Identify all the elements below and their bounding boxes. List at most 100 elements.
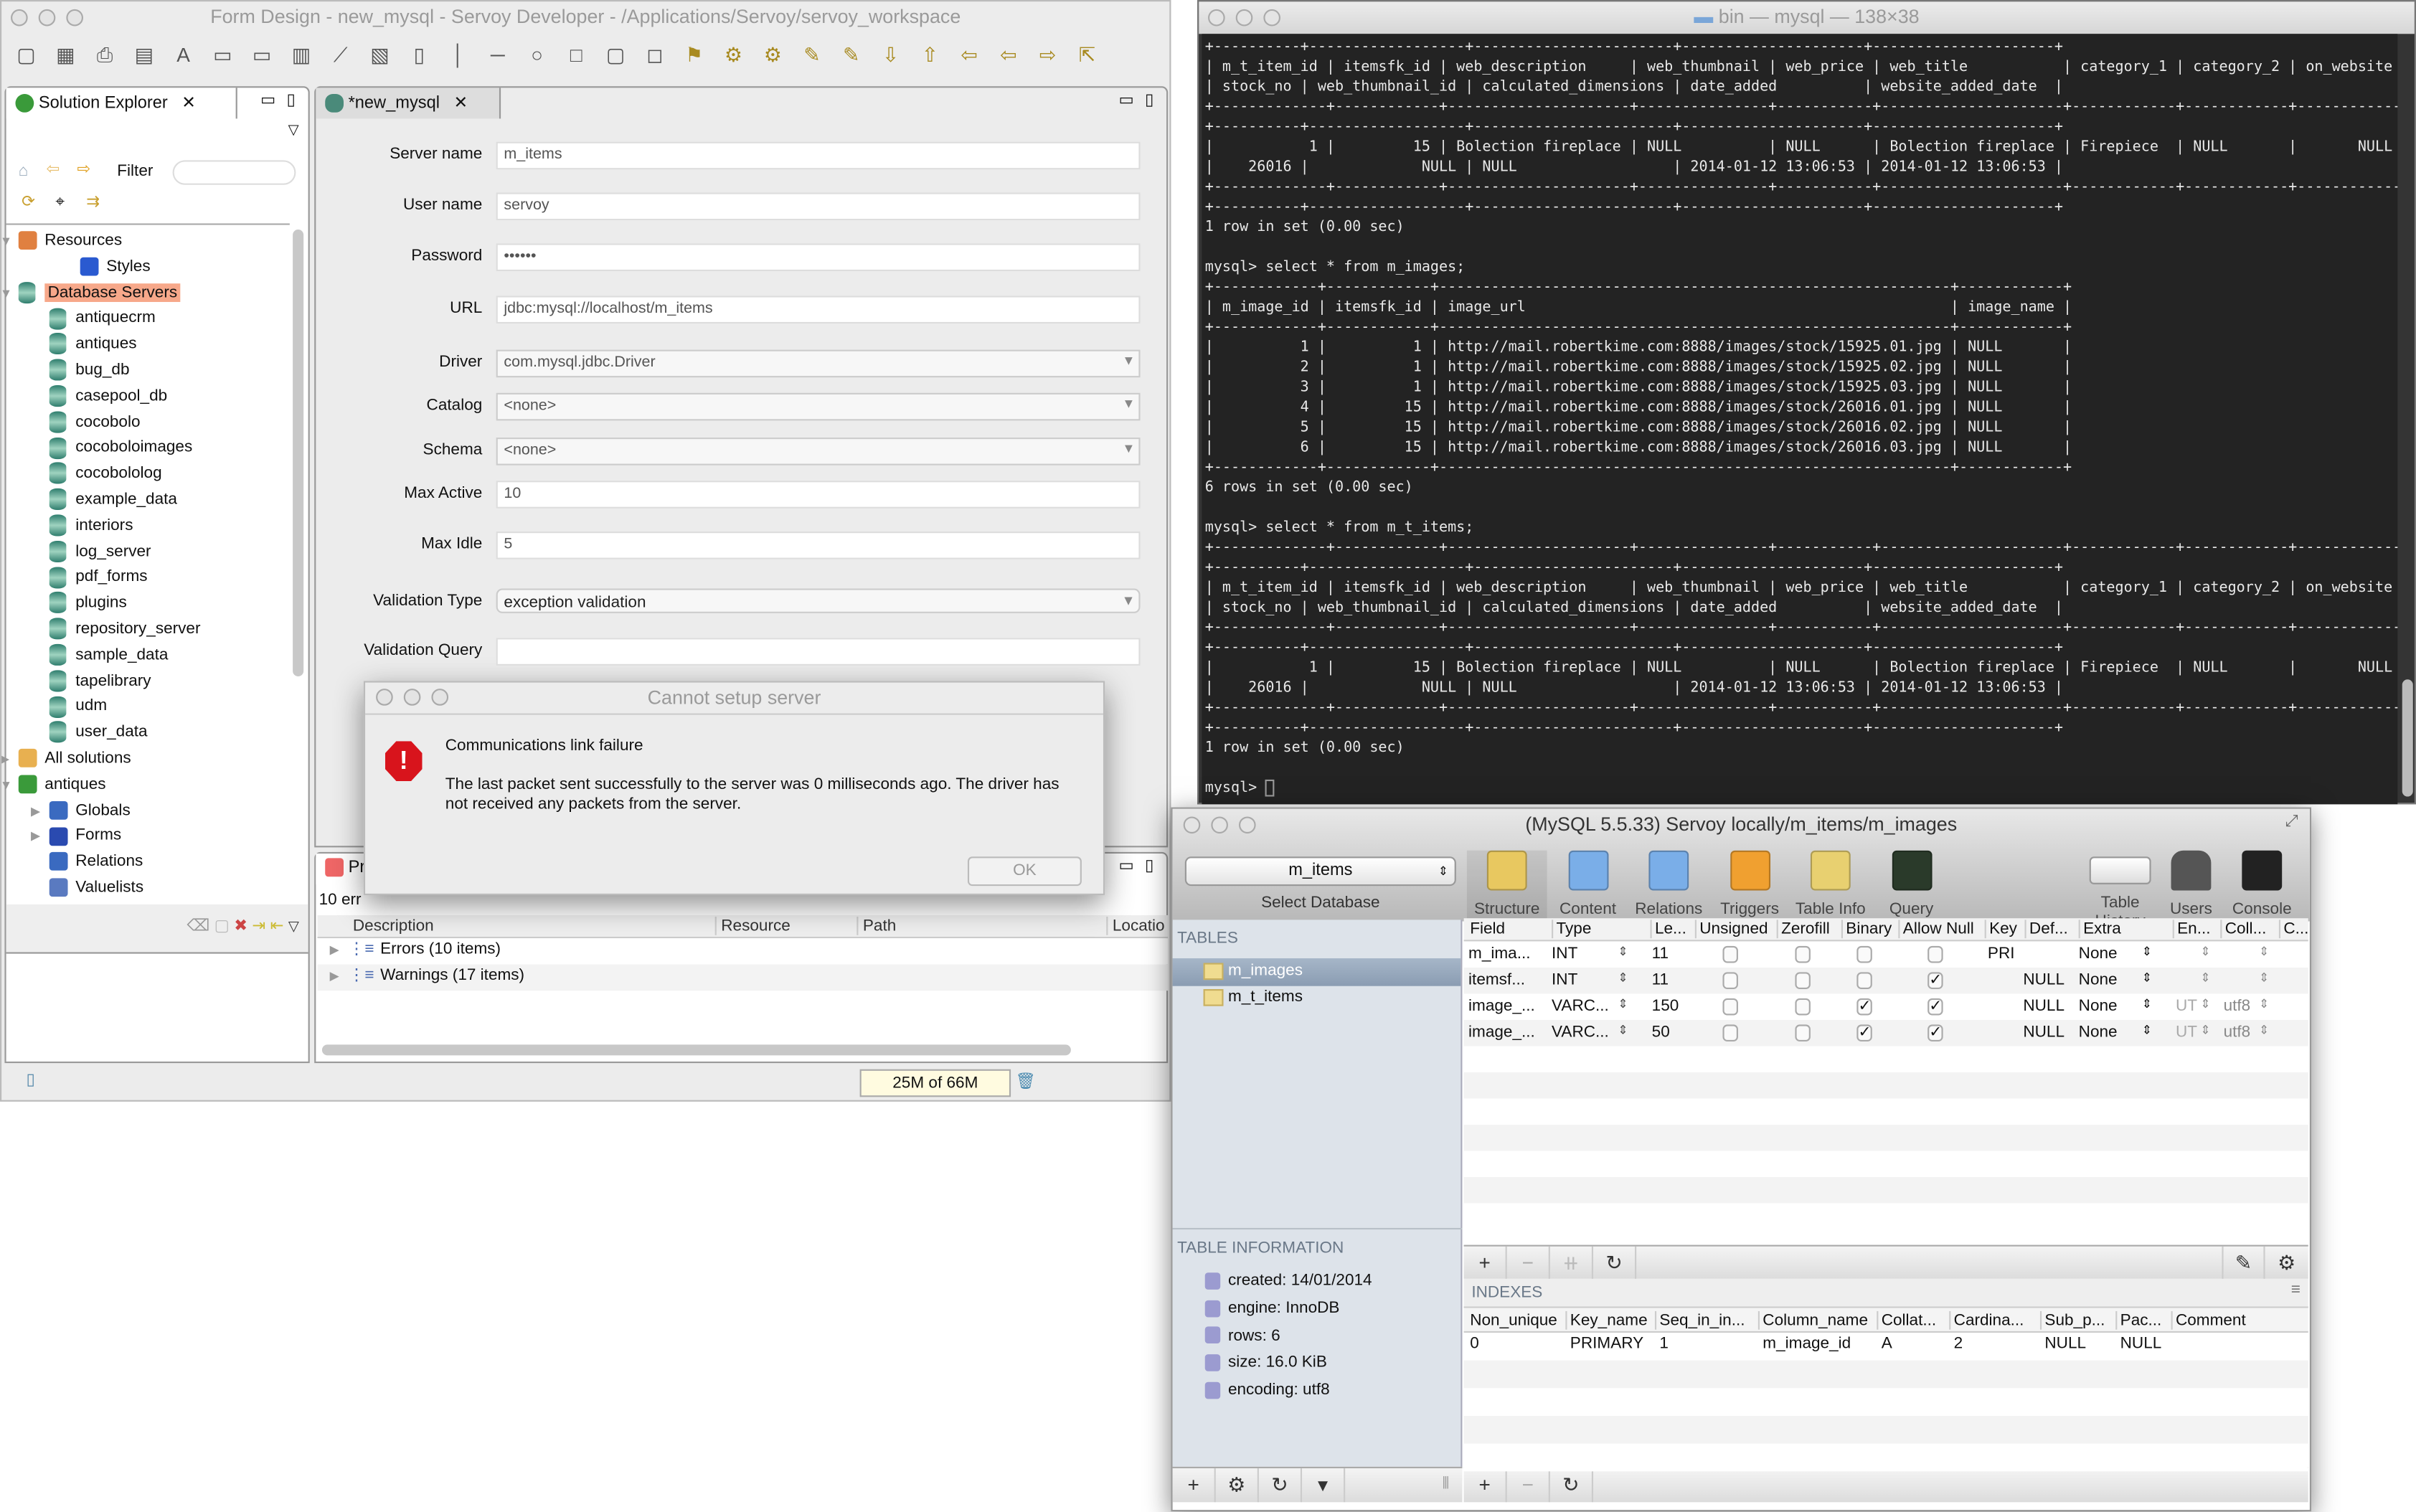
tree-item[interactable]: ▶ Globals [31, 798, 131, 824]
collation-stepper-icon[interactable]: ⇕ [2259, 945, 2269, 958]
expand-triangle-icon[interactable]: ▶ [330, 943, 339, 957]
minimize-view-icon[interactable]: ▭ [1118, 856, 1133, 875]
clear-icon[interactable]: ⌫ [187, 917, 209, 935]
view-menu-icon[interactable]: ▽ [288, 918, 299, 933]
move-icon[interactable]: ⇥ [252, 917, 265, 935]
password-field[interactable]: •••••• [496, 243, 1141, 272]
sync-icon[interactable]: ⟳ [22, 193, 35, 212]
toolbar-table-history-button[interactable]: Table History [2075, 851, 2165, 930]
indexes-menu-icon[interactable]: ≡ [2291, 1280, 2301, 1299]
tree-item[interactable]: cocobololog [49, 461, 162, 488]
index-cell[interactable]: 2 [1954, 1334, 1963, 1353]
expanded-triangle-icon[interactable]: ▼ [1, 228, 12, 255]
column-header[interactable]: Locatio [1106, 917, 1165, 935]
filter-tables-icon[interactable]: ▾ [1302, 1468, 1346, 1503]
problem-group-row[interactable]: ▶ ⋮≡ Errors (10 items) [317, 938, 1169, 965]
tree-item[interactable]: casepool_db [49, 383, 167, 410]
index-cell[interactable]: 0 [1470, 1334, 1479, 1353]
rect-icon[interactable]: □ [561, 43, 592, 66]
duplicate-field-button[interactable]: ⧺ [1550, 1246, 1594, 1280]
allow-null-checkbox[interactable] [1927, 945, 1943, 963]
database-select[interactable]: m_items ⇕ [1184, 856, 1456, 887]
column-header[interactable]: Path [857, 917, 896, 935]
type-stepper-icon[interactable]: ⇕ [1618, 945, 1628, 958]
toolbar-users-button[interactable]: Users [2157, 850, 2225, 920]
type-stepper-icon[interactable]: ⇕ [1618, 970, 1628, 984]
close-tab-icon[interactable]: ✕ [453, 94, 468, 113]
field-name[interactable]: m_ima... [1468, 945, 1530, 963]
minimize-view-icon[interactable]: ▭ [260, 91, 275, 110]
validation-type-field[interactable]: exception validation [496, 588, 1141, 613]
collation-stepper-icon[interactable]: ⇕ [2259, 997, 2269, 1011]
field-encoding[interactable]: UT [2176, 1023, 2197, 1041]
field-collation[interactable]: utf8 [2224, 997, 2251, 1016]
tree-item[interactable]: udm [49, 694, 107, 720]
type-stepper-icon[interactable]: ⇕ [1618, 1023, 1628, 1036]
binary-checkbox[interactable] [1856, 945, 1872, 963]
text-icon[interactable]: A [168, 43, 199, 66]
index-column-header[interactable]: Key_name [1565, 1310, 1648, 1330]
tree-item[interactable]: antiques [49, 331, 137, 358]
circle-icon[interactable]: ○ [522, 43, 552, 66]
tab-icon[interactable]: ◻ [639, 43, 670, 67]
field-row[interactable]: m_ima... INT ⇕ 11 PRI None ⇕ ⇕ ⇕ [1463, 941, 2308, 968]
field-encoding[interactable]: UT [2176, 997, 2197, 1016]
debug-icon[interactable]: ⚙ [718, 43, 749, 67]
maximize-view-icon[interactable]: ▯ [287, 91, 296, 110]
problem-group-row[interactable]: ▶ ⋮≡ Warnings (17 items) [317, 964, 1169, 991]
extra-stepper-icon[interactable]: ⇕ [2142, 945, 2152, 958]
field-row[interactable]: image_... VARC... ⇕ 150 ✓ ✓ NULL None ⇕ UT ⇕ utf8 ⇕ [1463, 993, 2308, 1020]
encoding-stepper-icon[interactable]: ⇕ [2200, 970, 2210, 984]
url-field[interactable]: jdbc:mysql://localhost/m_items [496, 296, 1141, 324]
expanded-triangle-icon[interactable]: ▼ [1, 772, 12, 798]
field-column-header[interactable]: Key [1984, 920, 2017, 939]
server-name-field[interactable]: m_items [496, 141, 1141, 170]
tree-item[interactable]: repository_server [49, 616, 201, 643]
zerofill-checkbox[interactable] [1795, 972, 1811, 990]
field-extra[interactable]: None [2079, 945, 2118, 963]
new-icon[interactable]: ▢ [11, 43, 42, 67]
collation-stepper-icon[interactable]: ⇕ [2259, 970, 2269, 984]
field-length[interactable]: 11 [1652, 945, 1669, 963]
encoding-stepper-icon[interactable]: ⇕ [2200, 997, 2210, 1011]
layout-icon[interactable]: ▤ [128, 43, 159, 67]
new-icon[interactable]: ▢ [214, 917, 230, 935]
tree-item[interactable]: ▶ All solutions [1, 746, 131, 772]
field-type[interactable]: INT [1552, 970, 1577, 989]
add-field-button[interactable]: + [1464, 1246, 1507, 1280]
pen-icon[interactable]: ✎ [836, 43, 867, 67]
tree-item[interactable]: Valuelists [49, 875, 143, 902]
allow-null-checkbox[interactable]: ✓ [1927, 1024, 1943, 1042]
field-type[interactable]: VARC... [1552, 997, 1609, 1016]
binary-checkbox[interactable]: ✓ [1856, 998, 1872, 1016]
tree-item[interactable]: ▶ Forms [31, 823, 121, 850]
allow-null-checkbox[interactable]: ✓ [1927, 972, 1943, 990]
toolbar-relations-button[interactable]: Relations [1628, 850, 1709, 920]
tab-solution-explorer[interactable]: Solution Explorer ✕ [6, 88, 237, 119]
max-idle-field[interactable]: 5 [496, 531, 1141, 559]
tree-item[interactable]: cocobolo [49, 409, 141, 435]
split-handle-icon[interactable]: ⦀ [1443, 1475, 1450, 1495]
up-icon[interactable]: ⇧ [915, 43, 945, 67]
run-icon[interactable]: ⚙ [758, 43, 788, 67]
index-column-header[interactable]: Cardina... [1949, 1310, 2024, 1330]
collapsed-triangle-icon[interactable]: ▶ [31, 823, 40, 850]
tree-item[interactable]: ▼ antiques [1, 772, 106, 798]
zerofill-checkbox[interactable] [1795, 1024, 1811, 1042]
close-tab-icon[interactable]: ✕ [181, 94, 196, 113]
line-icon[interactable]: │ [443, 43, 474, 66]
tree-item[interactable]: ▼ Database Servers [1, 280, 181, 306]
unsigned-checkbox[interactable] [1722, 945, 1738, 963]
collapsed-triangle-icon[interactable]: ▶ [1, 746, 9, 772]
field-default[interactable]: NULL [2023, 997, 2065, 1016]
schema-field[interactable]: <none> [496, 438, 1141, 466]
tree-item[interactable]: Relations [49, 849, 143, 876]
refresh-tables-icon[interactable]: ↻ [1259, 1468, 1303, 1503]
collapsed-triangle-icon[interactable]: ▶ [31, 798, 40, 824]
toolbar-console-button[interactable]: Console [2228, 850, 2296, 920]
textarea-icon[interactable]: ▭ [247, 43, 278, 67]
flag-icon[interactable]: ⚑ [679, 43, 709, 67]
max-active-field[interactable]: 10 [496, 481, 1141, 509]
type-stepper-icon[interactable]: ⇕ [1618, 997, 1628, 1011]
brush-icon[interactable]: ⟋ [325, 43, 356, 67]
